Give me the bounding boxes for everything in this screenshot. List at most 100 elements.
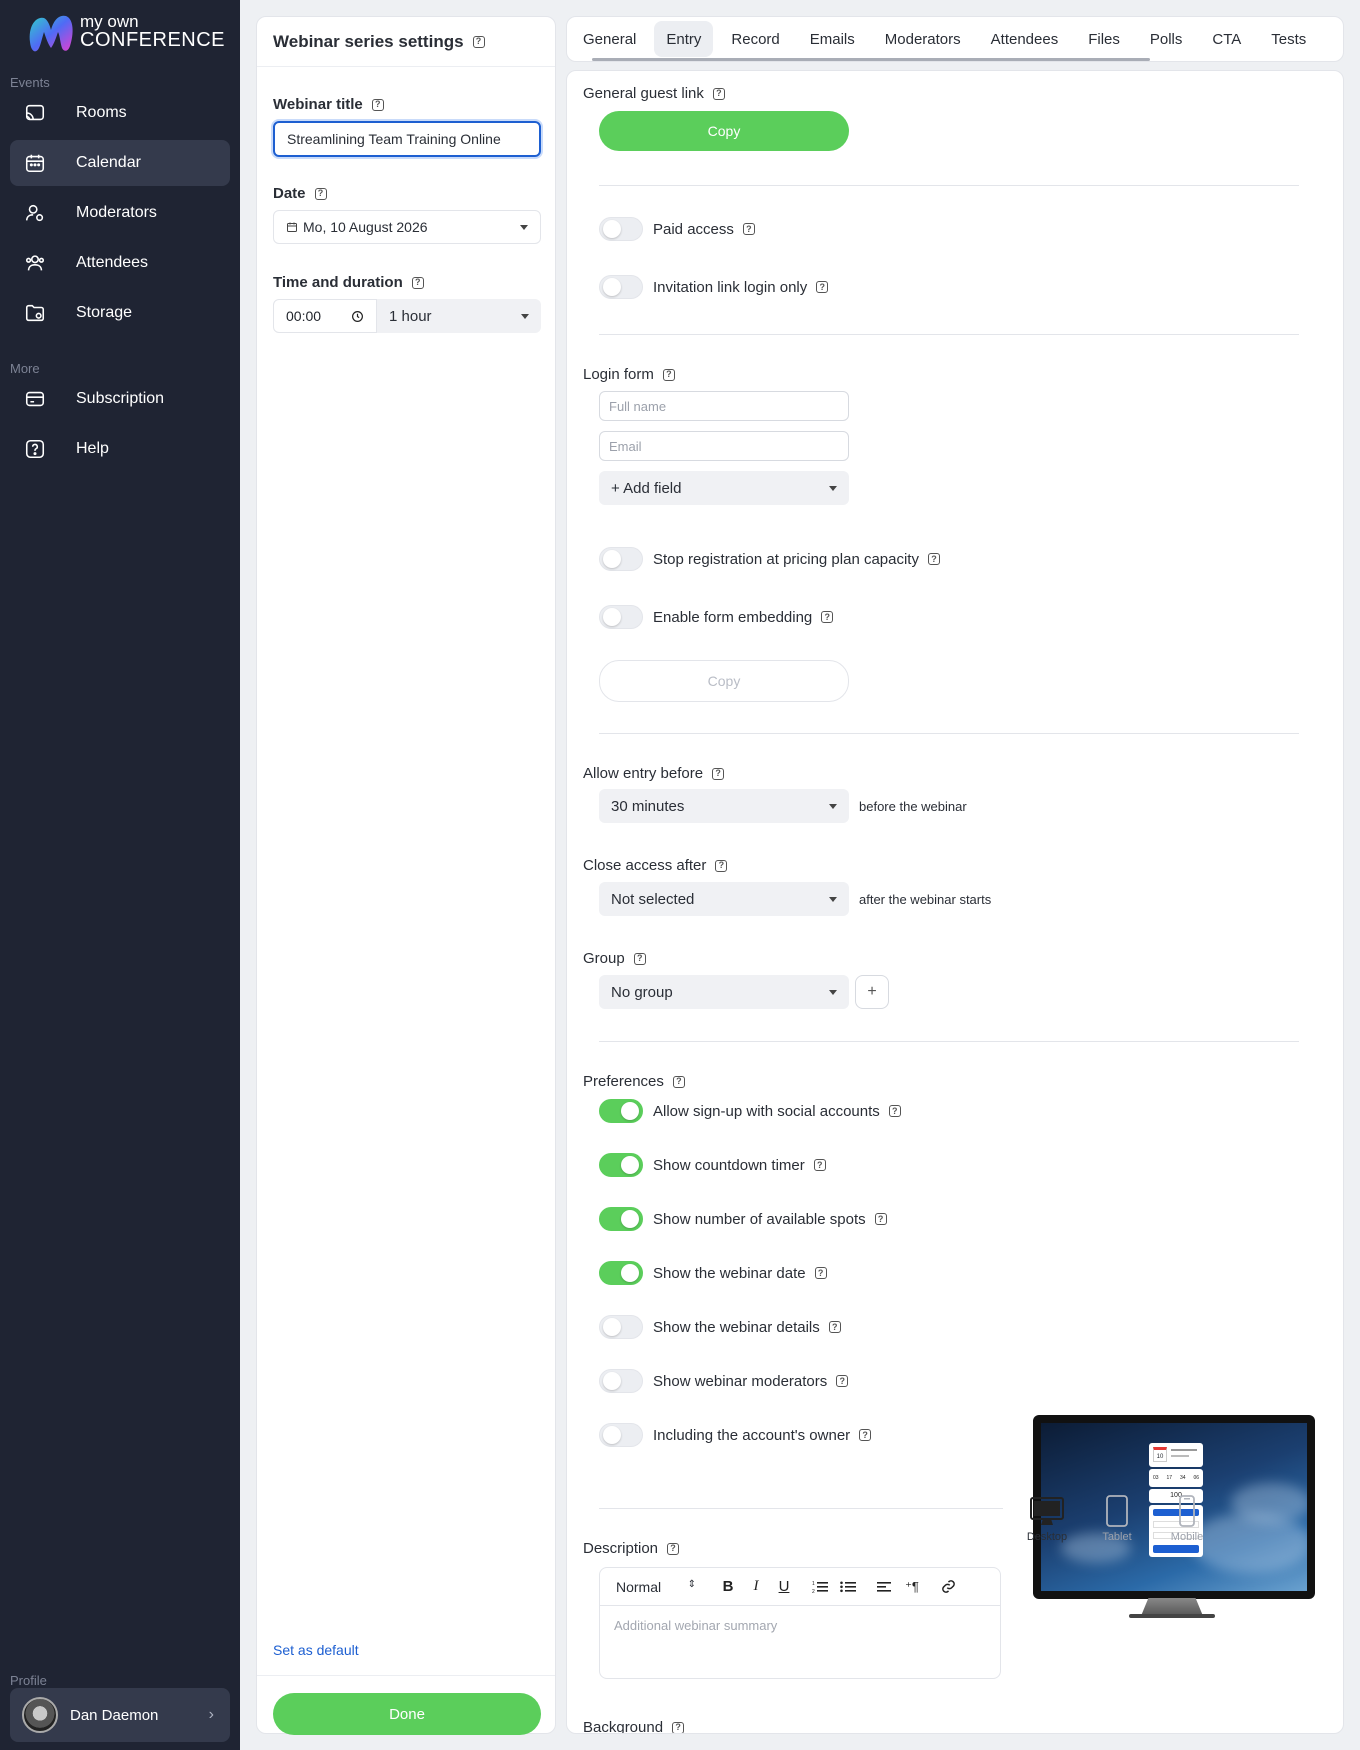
help-icon[interactable]: ? [314,187,327,200]
set-as-default-link[interactable]: Set as default [273,1642,359,1658]
close-access-select[interactable]: Not selected [599,882,849,916]
sidebar-item-help[interactable]: Help [10,426,230,472]
help-icon[interactable]: ? [672,1721,685,1733]
tab-entry[interactable]: Entry [654,21,714,57]
description-textarea[interactable]: Additional webinar summary [600,1606,1000,1676]
preview-mobile[interactable]: Mobile [1157,1495,1217,1543]
divider [599,733,1299,734]
help-icon[interactable]: ? [888,1105,901,1117]
help-icon[interactable]: ? [836,1375,849,1387]
pref-webinar-details-toggle[interactable] [599,1315,643,1339]
tab-cta[interactable]: CTA [1200,21,1253,57]
help-icon[interactable]: ? [712,87,725,100]
help-icon[interactable]: ? [633,952,646,965]
add-field-select[interactable]: + Add field [599,471,849,505]
entry-panel: General guest link ? Copy Paid access ? … [566,70,1344,1734]
tab-general[interactable]: General [571,21,648,57]
tab-files[interactable]: Files [1076,21,1132,57]
help-icon[interactable]: ? [816,281,829,293]
pref-label: Show the webinar date [653,1264,806,1282]
text-direction-icon[interactable]: ⁺¶ [898,1573,926,1601]
help-icon[interactable]: ? [472,35,485,48]
tab-record[interactable]: Record [719,21,791,57]
group-select[interactable]: No group [599,975,849,1009]
paid-access-toggle[interactable] [599,217,643,241]
pref-moderators-toggle[interactable] [599,1369,643,1393]
webinar-title-input[interactable]: Streamlining Team Training Online [273,121,541,157]
calendar-icon [22,150,48,176]
tab-moderators[interactable]: Moderators [873,21,973,57]
time-input[interactable]: 00:00 [273,299,377,333]
svg-text:2: 2 [812,1589,815,1594]
help-icon[interactable]: ? [667,1542,680,1555]
help-icon[interactable]: ? [715,859,728,872]
pref-webinar-date-toggle[interactable] [599,1261,643,1285]
full-name-field[interactable]: Full name [599,391,849,421]
bold-icon[interactable]: B [714,1573,742,1601]
webinar-settings-panel: Webinar series settings ? Webinar title … [256,16,556,1735]
stop-registration-toggle[interactable] [599,547,643,571]
done-button[interactable]: Done [273,1693,541,1735]
tabs-scrollbar[interactable] [592,58,1150,61]
preview-desktop[interactable]: Desktop [1017,1495,1077,1543]
copy-embed-button[interactable]: Copy [599,660,849,702]
format-select[interactable]: Normal ⇕ [616,1579,696,1595]
sidebar-item-attendees[interactable]: Attendees [10,240,230,286]
help-icon[interactable]: ? [859,1429,872,1441]
ordered-list-icon[interactable]: 12 [806,1573,834,1601]
sidebar-item-moderators[interactable]: Moderators [10,190,230,236]
add-group-button[interactable]: + [855,975,889,1009]
help-icon[interactable]: ? [828,1321,841,1333]
help-icon[interactable]: ? [814,1267,827,1279]
preview-countdown-hours: 17 [1166,1475,1173,1481]
updown-icon: ⇕ [687,1578,696,1590]
tab-emails[interactable]: Emails [798,21,867,57]
help-icon[interactable]: ? [821,611,834,623]
sidebar-item-subscription[interactable]: Subscription [10,376,230,422]
clock-icon[interactable] [351,310,364,323]
divider [257,1675,555,1676]
duration-select[interactable]: 1 hour [377,299,541,333]
invitation-only-toggle[interactable] [599,275,643,299]
tab-polls[interactable]: Polls [1138,21,1195,57]
help-icon[interactable]: ? [662,368,675,381]
pref-countdown-toggle[interactable] [599,1153,643,1177]
sidebar-item-calendar[interactable]: Calendar [10,140,230,186]
help-icon[interactable]: ? [927,553,940,565]
help-icon[interactable]: ? [672,1075,685,1088]
brand-logo[interactable]: my own CONFERENCE [26,12,226,60]
date-picker[interactable]: Mo, 10 August 2026 [273,210,541,244]
tab-attendees[interactable]: Attendees [979,21,1071,57]
settings-header: Webinar series settings ? [257,17,555,67]
help-icon[interactable]: ? [371,98,384,111]
bullet-list-icon[interactable] [834,1573,862,1601]
underline-icon[interactable]: U [770,1573,798,1601]
invitation-only-row: Invitation link login only ? [599,275,829,299]
preview-tablet[interactable]: Tablet [1087,1495,1147,1543]
allow-entry-hint: before the webinar [859,799,967,814]
tab-tests[interactable]: Tests [1259,21,1318,57]
help-icon[interactable]: ? [813,1159,826,1171]
settings-title: Webinar series settings [273,31,464,51]
moderator-icon [22,200,48,226]
help-icon[interactable]: ? [411,276,424,289]
paid-access-row: Paid access ? [599,217,755,241]
help-icon[interactable]: ? [742,223,755,235]
link-icon[interactable] [934,1573,962,1601]
align-icon[interactable] [870,1573,898,1601]
time-duration-label-text: Time and duration [273,274,403,291]
pref-account-owner-toggle[interactable] [599,1423,643,1447]
pref-social-signup-toggle[interactable] [599,1099,643,1123]
login-form-label-text: Login form [583,366,654,383]
allow-entry-select[interactable]: 30 minutes [599,789,849,823]
profile-menu[interactable]: Dan Daemon › [10,1688,230,1742]
help-icon[interactable]: ? [712,767,725,780]
pref-available-spots-toggle[interactable] [599,1207,643,1231]
enable-embedding-toggle[interactable] [599,605,643,629]
italic-icon[interactable]: I [742,1573,770,1601]
email-field[interactable]: Email [599,431,849,461]
sidebar-item-rooms[interactable]: Rooms [10,90,230,136]
sidebar-item-storage[interactable]: Storage [10,290,230,336]
copy-guest-link-button[interactable]: Copy [599,111,849,151]
help-icon[interactable]: ? [874,1213,887,1225]
